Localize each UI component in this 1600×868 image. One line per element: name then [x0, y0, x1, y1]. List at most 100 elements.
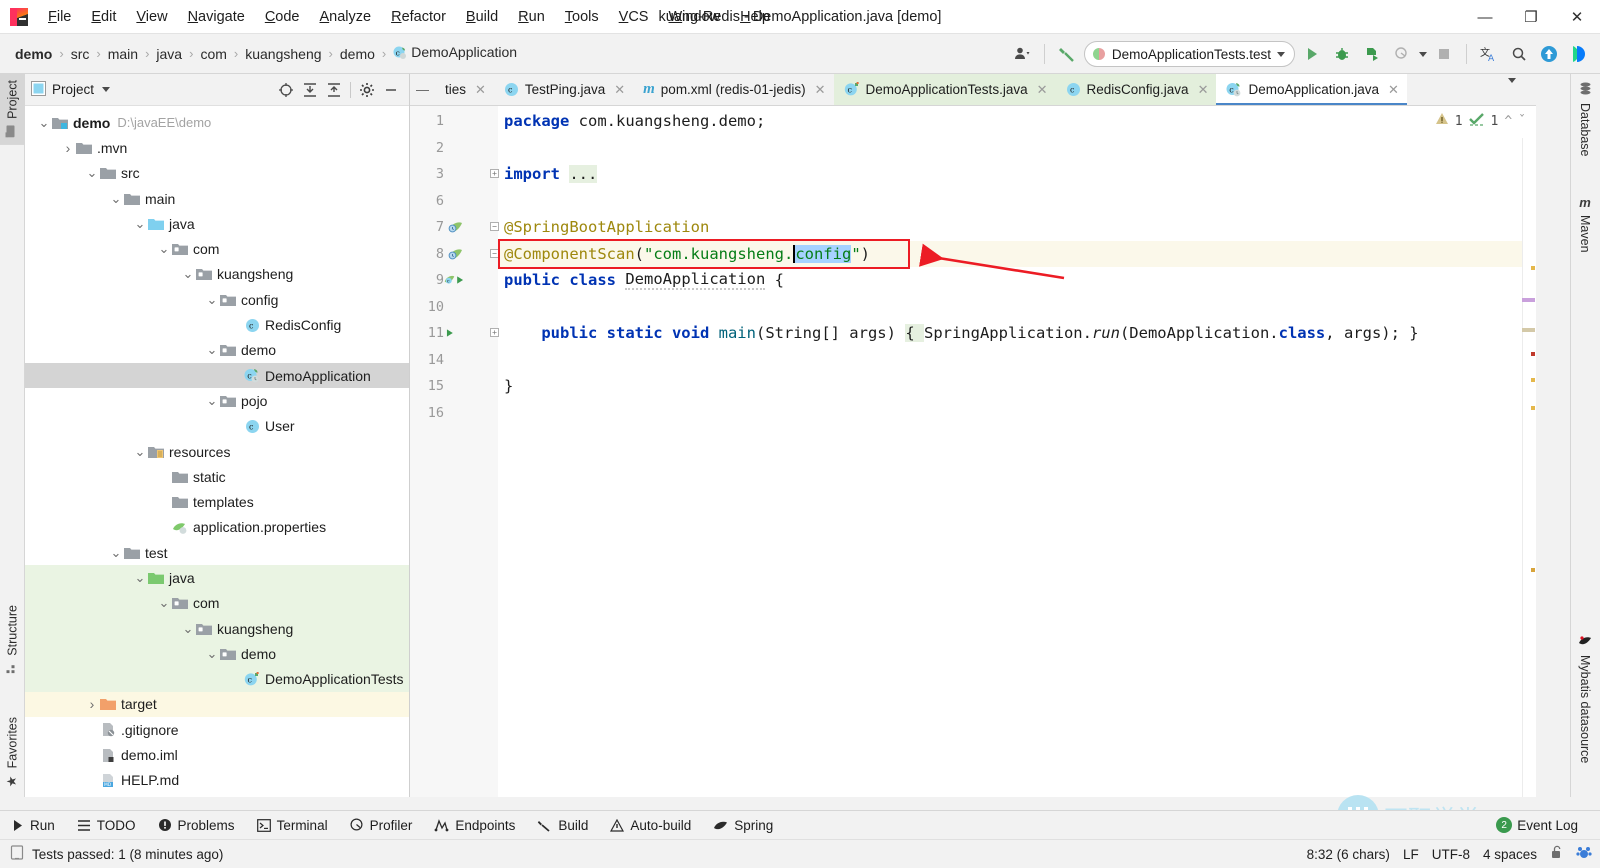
gutter-line-9[interactable]: 9c: [410, 267, 498, 294]
gutter-line-14[interactable]: 14: [410, 347, 498, 374]
tree-item-kuangsheng[interactable]: ⌄ kuangsheng: [25, 262, 409, 287]
tree-item-kuangsheng[interactable]: ⌄ kuangsheng: [25, 615, 409, 642]
project-tree[interactable]: ⌄ demo D:\javaEE\demo › .mvn ⌄ src ⌄ main ⌄ java ⌄ c…: [25, 106, 409, 797]
collapse-all-icon[interactable]: [322, 78, 346, 102]
next-problem-icon[interactable]: ˇ: [1518, 114, 1526, 129]
menu-bar[interactable]: File Edit View Navigate Code Analyze Refactor B…: [38, 5, 780, 29]
tree-item-application-properties[interactable]: application.properties: [25, 515, 409, 540]
bottom-tab-spring[interactable]: Spring: [702, 818, 784, 833]
chevron-down-icon[interactable]: ⌄: [109, 545, 123, 561]
sidebar-item-structure[interactable]: Structure: [0, 599, 25, 681]
chevron-down-icon[interactable]: ⌄: [85, 165, 99, 181]
editor-tab-bar[interactable]: — ties ✕ c TestPing.java ✕ m pom.xml (redis-01-…: [410, 74, 1536, 106]
gutter-line-1[interactable]: 1: [410, 108, 498, 135]
chevron-right-icon[interactable]: ›: [85, 696, 99, 712]
code-line-1[interactable]: package com.kuangsheng.demo;: [498, 108, 1536, 135]
translate-icon[interactable]: 文A: [1476, 41, 1502, 67]
run-with-coverage-icon[interactable]: [1359, 41, 1385, 67]
gutter-line-11[interactable]: 11: [410, 320, 498, 347]
code-line-15[interactable]: }: [498, 373, 1536, 400]
code-line-14[interactable]: [498, 347, 1536, 374]
menu-item-view[interactable]: View: [126, 5, 177, 29]
sidebar-item-favorites[interactable]: ★ Favorites: [0, 711, 25, 795]
sidebar-item-mybatis[interactable]: Mybatis datasource: [1570, 629, 1600, 769]
tab-list-chevron-icon[interactable]: [1502, 78, 1522, 83]
sidebar-item-database[interactable]: Database: [1570, 76, 1600, 163]
bottom-tool-window-bar[interactable]: Run TODO Problems Terminal Profiler Endpoints…: [0, 810, 1600, 839]
gutter-line-15[interactable]: 15: [410, 373, 498, 400]
profile-dropdown-icon[interactable]: [1419, 51, 1427, 57]
bottom-tab-endpoints[interactable]: Endpoints: [423, 818, 526, 833]
tree-item--gitignore[interactable]: .gitignore: [25, 717, 409, 742]
editor-marker-strip[interactable]: [1522, 138, 1536, 797]
chevron-right-icon[interactable]: ›: [61, 140, 75, 156]
caret-position[interactable]: 8:32 (6 chars): [1307, 847, 1390, 862]
hide-panel-icon[interactable]: [379, 78, 403, 102]
code-line-9[interactable]: public class DemoApplication {: [498, 267, 1536, 294]
chevron-down-icon[interactable]: ⌄: [109, 191, 123, 207]
chevron-down-icon[interactable]: ⌄: [157, 595, 171, 611]
bottom-tab-build[interactable]: Build: [526, 818, 599, 833]
editor-tab-pom-xml--redis-01-jedis-[interactable]: m pom.xml (redis-01-jedis) ✕: [633, 74, 833, 105]
code-line-6[interactable]: [498, 188, 1536, 215]
menu-item-vcs[interactable]: VCS: [609, 5, 659, 29]
fold-plus-icon[interactable]: +: [490, 328, 499, 337]
tree-item-com[interactable]: ⌄ com: [25, 590, 409, 616]
fold-minus-icon[interactable]: −: [490, 248, 499, 258]
tree-item-src[interactable]: ⌄ src: [25, 161, 409, 186]
tree-item-config[interactable]: ⌄ config: [25, 287, 409, 312]
file-encoding[interactable]: UTF-8: [1432, 847, 1470, 862]
breadcrumb-item-src[interactable]: src: [68, 44, 93, 64]
tree-item-java[interactable]: ⌄ java: [25, 565, 409, 591]
unlocked-icon[interactable]: [1550, 845, 1563, 863]
editor-tab-ties[interactable]: ties ✕: [435, 74, 494, 105]
code-line-8[interactable]: − @ComponentScan("com.kuangsheng. config "): [490, 240, 1536, 267]
gutter-line-16[interactable]: 16: [410, 400, 498, 427]
menu-item-window[interactable]: Window: [658, 5, 730, 29]
chevron-down-icon[interactable]: [1277, 51, 1285, 57]
close-icon[interactable]: ✕: [1388, 82, 1399, 98]
tree-item--mvn[interactable]: › .mvn: [25, 135, 409, 160]
fold-plus-icon[interactable]: +: [490, 169, 499, 178]
tree-item-target[interactable]: › target: [25, 691, 409, 718]
spring-bean-gutter-icon[interactable]: [444, 246, 466, 262]
run-configuration-selector[interactable]: DemoApplicationTests.test: [1083, 41, 1295, 67]
fold-minus-icon[interactable]: −: [490, 222, 499, 231]
indent-setting[interactable]: 4 spaces: [1483, 847, 1537, 862]
code-line-16[interactable]: [498, 400, 1536, 427]
code-line-2[interactable]: [498, 135, 1536, 162]
chevron-down-icon[interactable]: ⌄: [205, 646, 219, 662]
code-line-11[interactable]: + public static void main(String[] args)…: [490, 320, 1536, 347]
menu-item-tools[interactable]: Tools: [555, 5, 609, 29]
menu-item-file[interactable]: File: [38, 5, 81, 29]
tree-item-static[interactable]: static: [25, 464, 409, 489]
spring-bean-gutter-icon[interactable]: [444, 219, 466, 235]
bottom-tab-todo[interactable]: TODO: [66, 818, 147, 833]
tree-item-pojo[interactable]: ⌄ pojo: [25, 388, 409, 413]
breadcrumb[interactable]: demo › src › main › java › com › kuangsheng › demo › c…: [0, 42, 520, 65]
window-controls[interactable]: — ❐ ✕: [1462, 0, 1600, 34]
tree-item-demo[interactable]: ⌄ demo D:\javaEE\demo: [25, 110, 409, 135]
menu-item-run[interactable]: Run: [508, 5, 555, 29]
run-gutter-icon[interactable]: [444, 325, 466, 341]
chevron-down-icon[interactable]: ⌄: [181, 266, 195, 282]
menu-item-help[interactable]: Help: [730, 5, 780, 29]
gutter-line-8[interactable]: 8: [410, 241, 498, 268]
update-icon[interactable]: [1536, 41, 1562, 67]
breadcrumb-item-demo[interactable]: demo: [12, 44, 55, 64]
tree-item-java[interactable]: ⌄ java: [25, 211, 409, 236]
event-log-button[interactable]: 2 Event Log: [1496, 817, 1600, 833]
code-editor[interactable]: 1 2 3 6 7 8 9 c 10 11 14 15 16 package com.kuangshen…: [410, 106, 1536, 797]
chevron-down-icon[interactable]: ⌄: [205, 292, 219, 308]
menu-item-build[interactable]: Build: [456, 5, 508, 29]
expand-all-icon[interactable]: [298, 78, 322, 102]
chevron-down-icon[interactable]: ⌄: [205, 393, 219, 409]
breadcrumb-item-com[interactable]: com: [197, 44, 229, 64]
sidebar-item-maven[interactable]: m Maven: [1570, 189, 1600, 259]
bottom-tab-run[interactable]: Run: [0, 818, 66, 833]
bottom-tab-terminal[interactable]: Terminal: [246, 818, 339, 833]
locate-icon[interactable]: [274, 78, 298, 102]
menu-item-navigate[interactable]: Navigate: [178, 5, 255, 29]
gutter-line-7[interactable]: 7: [410, 214, 498, 241]
chevron-down-icon[interactable]: ⌄: [181, 621, 195, 637]
